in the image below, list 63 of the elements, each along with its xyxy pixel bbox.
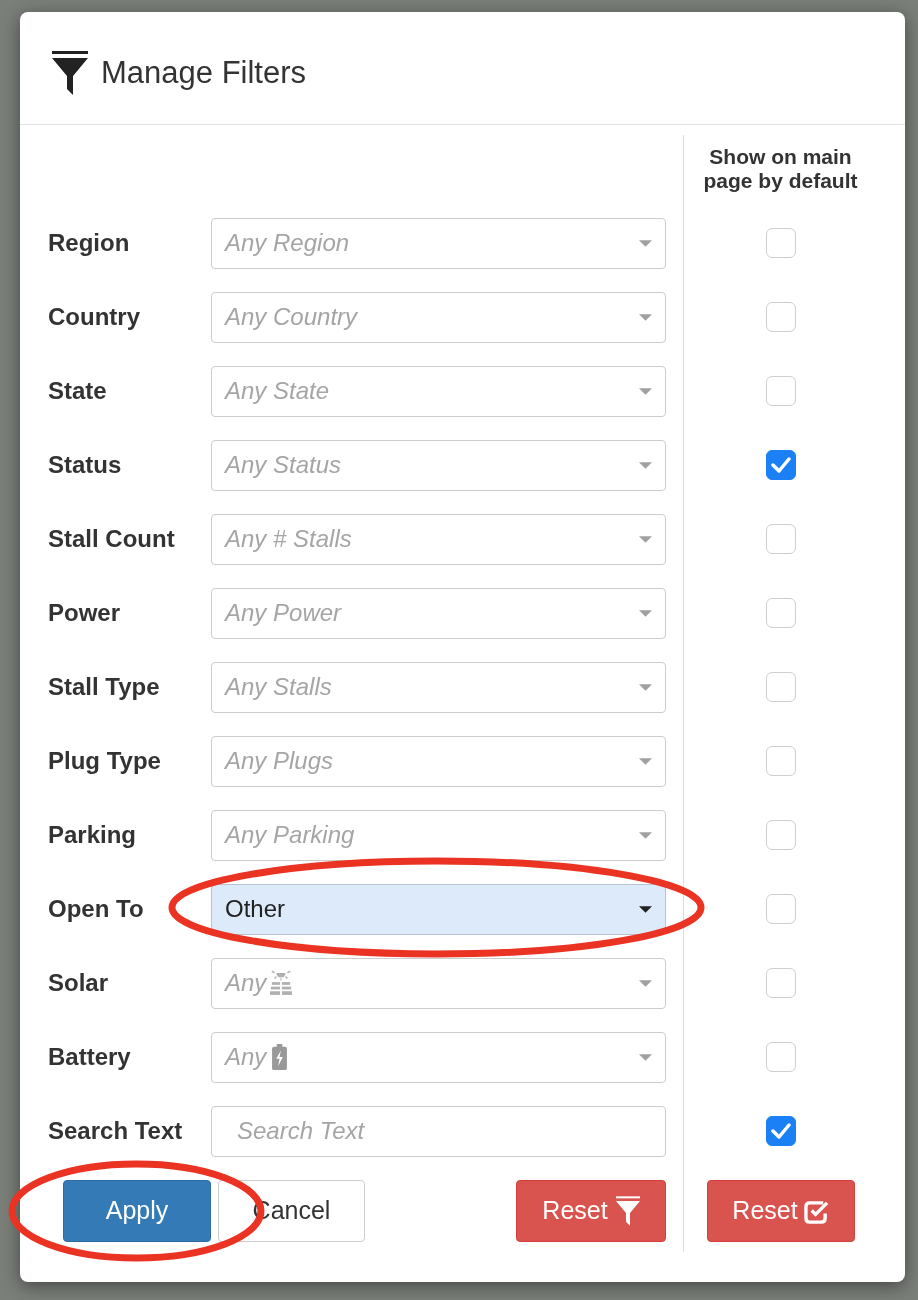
reset-filters-button[interactable]: Reset	[516, 1180, 666, 1242]
filter-label: Stall Count	[48, 524, 176, 554]
checkbox[interactable]	[765, 1042, 796, 1072]
battery-icon	[272, 1044, 288, 1070]
caret-icon	[639, 461, 652, 469]
caret-icon	[639, 979, 652, 987]
checkbox[interactable]	[765, 894, 796, 924]
caret-icon	[639, 757, 652, 765]
caret-icon	[639, 239, 652, 247]
dropdown-field[interactable]: Any	[211, 957, 666, 1009]
checkbox-icon	[803, 1198, 829, 1224]
checkbox[interactable]	[765, 968, 796, 998]
solar-panel-icon	[270, 970, 293, 996]
dropdown-field[interactable]: Any Plugs	[211, 735, 666, 787]
checkbox[interactable]	[765, 746, 796, 776]
caret-icon	[639, 831, 652, 839]
dropdown-field[interactable]: Any # Stalls	[211, 513, 666, 565]
checkmark-icon	[770, 457, 791, 473]
filter-label: Search Text	[48, 1116, 184, 1146]
checkbox[interactable]	[765, 820, 796, 850]
funnel-icon	[615, 1194, 640, 1228]
search-field[interactable]: Search Text	[211, 1105, 666, 1157]
filter-label: Parking	[48, 820, 138, 850]
filter-label: Region	[48, 228, 131, 258]
checkbox[interactable]	[765, 1116, 796, 1146]
checkbox[interactable]	[765, 228, 796, 258]
dialog-title: Manage Filters	[101, 53, 307, 92]
dropdown-field[interactable]: Other	[211, 883, 666, 935]
filter-label: Power	[48, 598, 122, 628]
filter-label: Battery	[48, 1042, 132, 1072]
dropdown-field[interactable]: Any Status	[211, 439, 666, 491]
dropdown-field[interactable]: Any Parking	[211, 809, 666, 861]
column-heading: Show on main page by default	[702, 145, 859, 194]
apply-button[interactable]: Apply	[63, 1180, 211, 1242]
caret-icon	[639, 313, 652, 321]
filter-label: Plug Type	[48, 746, 162, 776]
filter-label: Solar	[48, 968, 110, 998]
checkbox[interactable]	[765, 672, 796, 702]
dropdown-field[interactable]: Any Power	[211, 587, 666, 639]
filter-label: Country	[48, 302, 141, 332]
filter-label: Status	[48, 450, 123, 480]
filter-label: State	[48, 376, 108, 406]
reset-defaults-button[interactable]: Reset	[706, 1180, 855, 1242]
checkmark-icon	[770, 1123, 791, 1139]
dropdown-field[interactable]: Any Country	[211, 291, 666, 343]
dropdown-field[interactable]: Any	[211, 1031, 666, 1083]
dropdown-field[interactable]: Any State	[211, 365, 666, 417]
dropdown-field[interactable]: Any Region	[211, 217, 666, 269]
caret-icon	[639, 387, 652, 395]
caret-icon	[639, 609, 652, 617]
checkbox[interactable]	[765, 598, 796, 628]
caret-icon	[639, 1053, 652, 1061]
filter-label: Open To	[48, 894, 145, 924]
checkbox[interactable]	[765, 376, 796, 406]
caret-icon	[639, 683, 652, 691]
filter-label: Stall Type	[48, 672, 161, 702]
checkbox[interactable]	[765, 302, 796, 332]
funnel-icon	[52, 51, 88, 95]
checkbox[interactable]	[765, 524, 796, 554]
caret-icon	[639, 535, 652, 543]
caret-icon	[639, 905, 652, 913]
checkbox[interactable]	[765, 450, 796, 480]
dropdown-field[interactable]: Any Stalls	[211, 661, 666, 713]
